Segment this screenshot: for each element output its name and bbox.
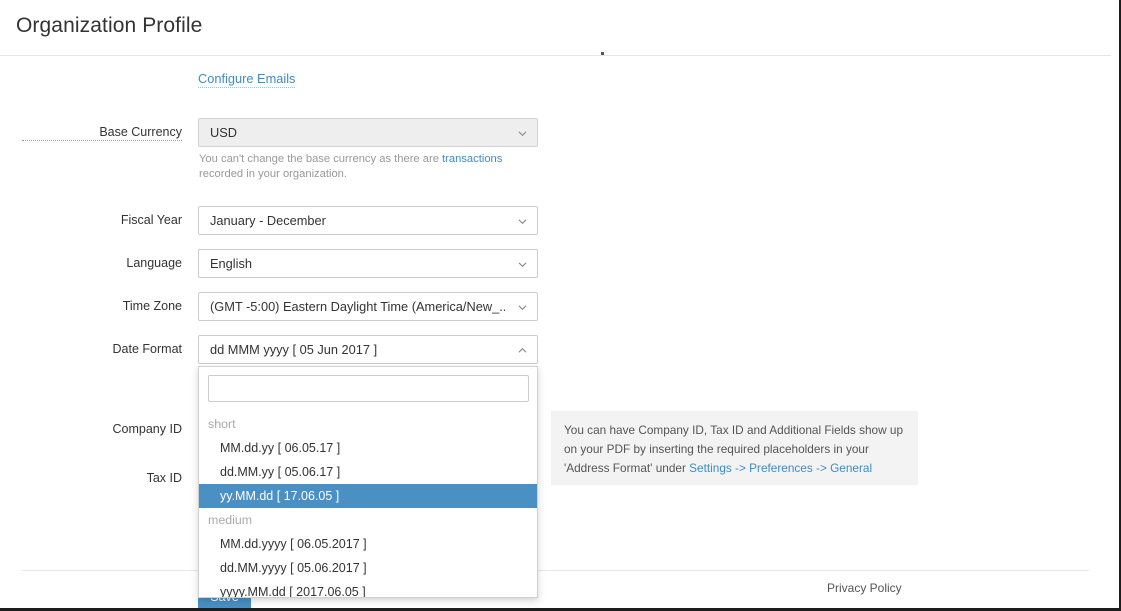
dropdown-option-list[interactable]: shortMM.dd.yy [ 06.05.17 ]dd.MM.yy [ 05.… xyxy=(199,412,538,598)
date-format-label: Date Format xyxy=(22,342,182,357)
fiscal-year-label: Fiscal Year xyxy=(22,213,182,228)
chevron-down-icon xyxy=(518,217,527,226)
time-zone-value: (GMT -5:00) Eastern Daylight Time (Ameri… xyxy=(210,299,505,314)
dropdown-option[interactable]: dd.MM.yyyy [ 05.06.2017 ] xyxy=(199,556,538,580)
dropdown-search-input[interactable] xyxy=(208,375,529,402)
info-box: You can have Company ID, Tax ID and Addi… xyxy=(551,411,918,485)
dropdown-option[interactable]: yy.MM.dd [ 17.06.05 ] xyxy=(199,484,538,508)
dropdown-option[interactable]: dd.MM.yy [ 05.06.17 ] xyxy=(199,460,538,484)
dropdown-group-label: medium xyxy=(199,508,538,532)
helper-text-after: recorded in your organization. xyxy=(199,168,347,180)
privacy-policy-link[interactable]: Privacy Policy xyxy=(827,581,902,595)
fiscal-year-select[interactable]: January - December xyxy=(198,206,538,235)
helper-text-before: You can't change the base currency as th… xyxy=(199,153,442,165)
dropdown-group-label: short xyxy=(199,412,538,436)
dropdown-option[interactable]: MM.dd.yy [ 06.05.17 ] xyxy=(199,436,538,460)
language-value: English xyxy=(210,256,505,271)
base-currency-select[interactable]: USD xyxy=(198,118,538,147)
base-currency-label: Base Currency xyxy=(22,125,182,141)
time-zone-select[interactable]: (GMT -5:00) Eastern Daylight Time (Ameri… xyxy=(198,292,538,321)
page-header: Organization Profile xyxy=(0,0,1111,56)
base-currency-value: USD xyxy=(210,125,505,140)
date-format-dropdown-panel: shortMM.dd.yy [ 06.05.17 ]dd.MM.yy [ 05.… xyxy=(198,366,538,598)
date-format-value: dd MMM yyyy [ 05 Jun 2017 ] xyxy=(210,342,505,357)
language-select[interactable]: English xyxy=(198,249,538,278)
chevron-up-icon xyxy=(518,346,527,355)
header-artifact-dot xyxy=(601,52,604,55)
page-root: Organization Profile Configure Emails Ba… xyxy=(0,0,1121,611)
language-label: Language xyxy=(22,256,182,271)
dropdown-option[interactable]: yyyy.MM.dd [ 2017.06.05 ] xyxy=(199,580,538,598)
chevron-down-icon xyxy=(518,129,527,138)
page-title: Organization Profile xyxy=(16,14,202,38)
company-id-label: Company ID xyxy=(22,422,182,437)
dropdown-option[interactable]: MM.dd.yyyy [ 06.05.2017 ] xyxy=(199,532,538,556)
tax-id-label: Tax ID xyxy=(22,471,182,486)
transactions-link[interactable]: transactions xyxy=(442,153,502,165)
time-zone-label: Time Zone xyxy=(22,299,182,314)
settings-preferences-general-link[interactable]: Settings -> Preferences -> General xyxy=(689,461,872,475)
configure-emails-link[interactable]: Configure Emails xyxy=(198,71,295,88)
date-format-select[interactable]: dd MMM yyyy [ 05 Jun 2017 ] xyxy=(198,335,538,364)
fiscal-year-value: January - December xyxy=(210,213,505,228)
footer-divider xyxy=(22,570,1089,571)
chevron-down-icon xyxy=(518,303,527,312)
form-content: Configure Emails Base Currency USD You c… xyxy=(0,56,1111,570)
chevron-down-icon xyxy=(518,260,527,269)
base-currency-helper: You can't change the base currency as th… xyxy=(199,152,547,182)
